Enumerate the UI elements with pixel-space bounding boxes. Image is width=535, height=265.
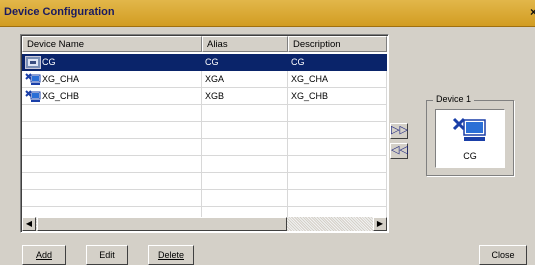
device-name-cell: XG_CHB [42,91,80,101]
table-row[interactable]: XG_CHA XGA XG_CHA [22,71,387,88]
empty-row [22,122,387,139]
table-row[interactable]: CG CG CG [22,54,387,71]
empty-row [22,139,387,156]
cg-device-icon [25,56,41,70]
move-right-button[interactable]: ▷▷ [390,123,408,139]
group-label: Device 1 [433,94,475,104]
alias-cell: XGB [202,88,288,105]
xg-device-icon [25,90,41,103]
column-header-description[interactable]: Description [288,36,387,52]
empty-row [22,173,387,190]
scroll-left-icon[interactable]: ◀ [22,217,36,231]
assigned-device-tile[interactable]: CG [435,109,505,168]
close-button[interactable]: Close [479,245,527,265]
cg-device-icon [452,117,486,141]
device-table[interactable]: Device Name Alias Description CG CG CG X… [20,34,389,233]
column-header-device-name[interactable]: Device Name [22,36,202,52]
xg-device-icon [25,73,41,86]
move-left-button[interactable]: ◁◁ [390,143,408,159]
scrollbar-thumb[interactable] [37,217,287,231]
device-name-cell: XG_CHA [42,74,80,84]
assigned-device-label: CG [463,151,477,161]
close-window-icon[interactable]: × [530,5,535,19]
device-group-box: Device 1 CG [426,94,514,176]
table-row[interactable]: XG_CHB XGB XG_CHB [22,88,387,105]
column-header-alias[interactable]: Alias [202,36,288,52]
empty-row [22,190,387,207]
scroll-right-icon[interactable]: ▶ [373,217,387,231]
delete-button[interactable]: Delete [148,245,194,265]
window-title: Device Configuration [4,6,115,18]
description-cell: CG [288,54,387,71]
empty-row [22,156,387,173]
description-cell: XG_CHB [288,88,387,105]
add-button[interactable]: Add [22,245,66,265]
empty-row [22,105,387,122]
alias-cell: CG [202,54,288,71]
horizontal-scrollbar[interactable]: ◀ ▶ [22,217,387,231]
alias-cell: XGA [202,71,288,88]
edit-button[interactable]: Edit [86,245,128,265]
title-bar: Device Configuration × [0,0,535,27]
device-name-cell: CG [42,57,56,67]
description-cell: XG_CHA [288,71,387,88]
table-header: Device Name Alias Description [22,36,387,53]
